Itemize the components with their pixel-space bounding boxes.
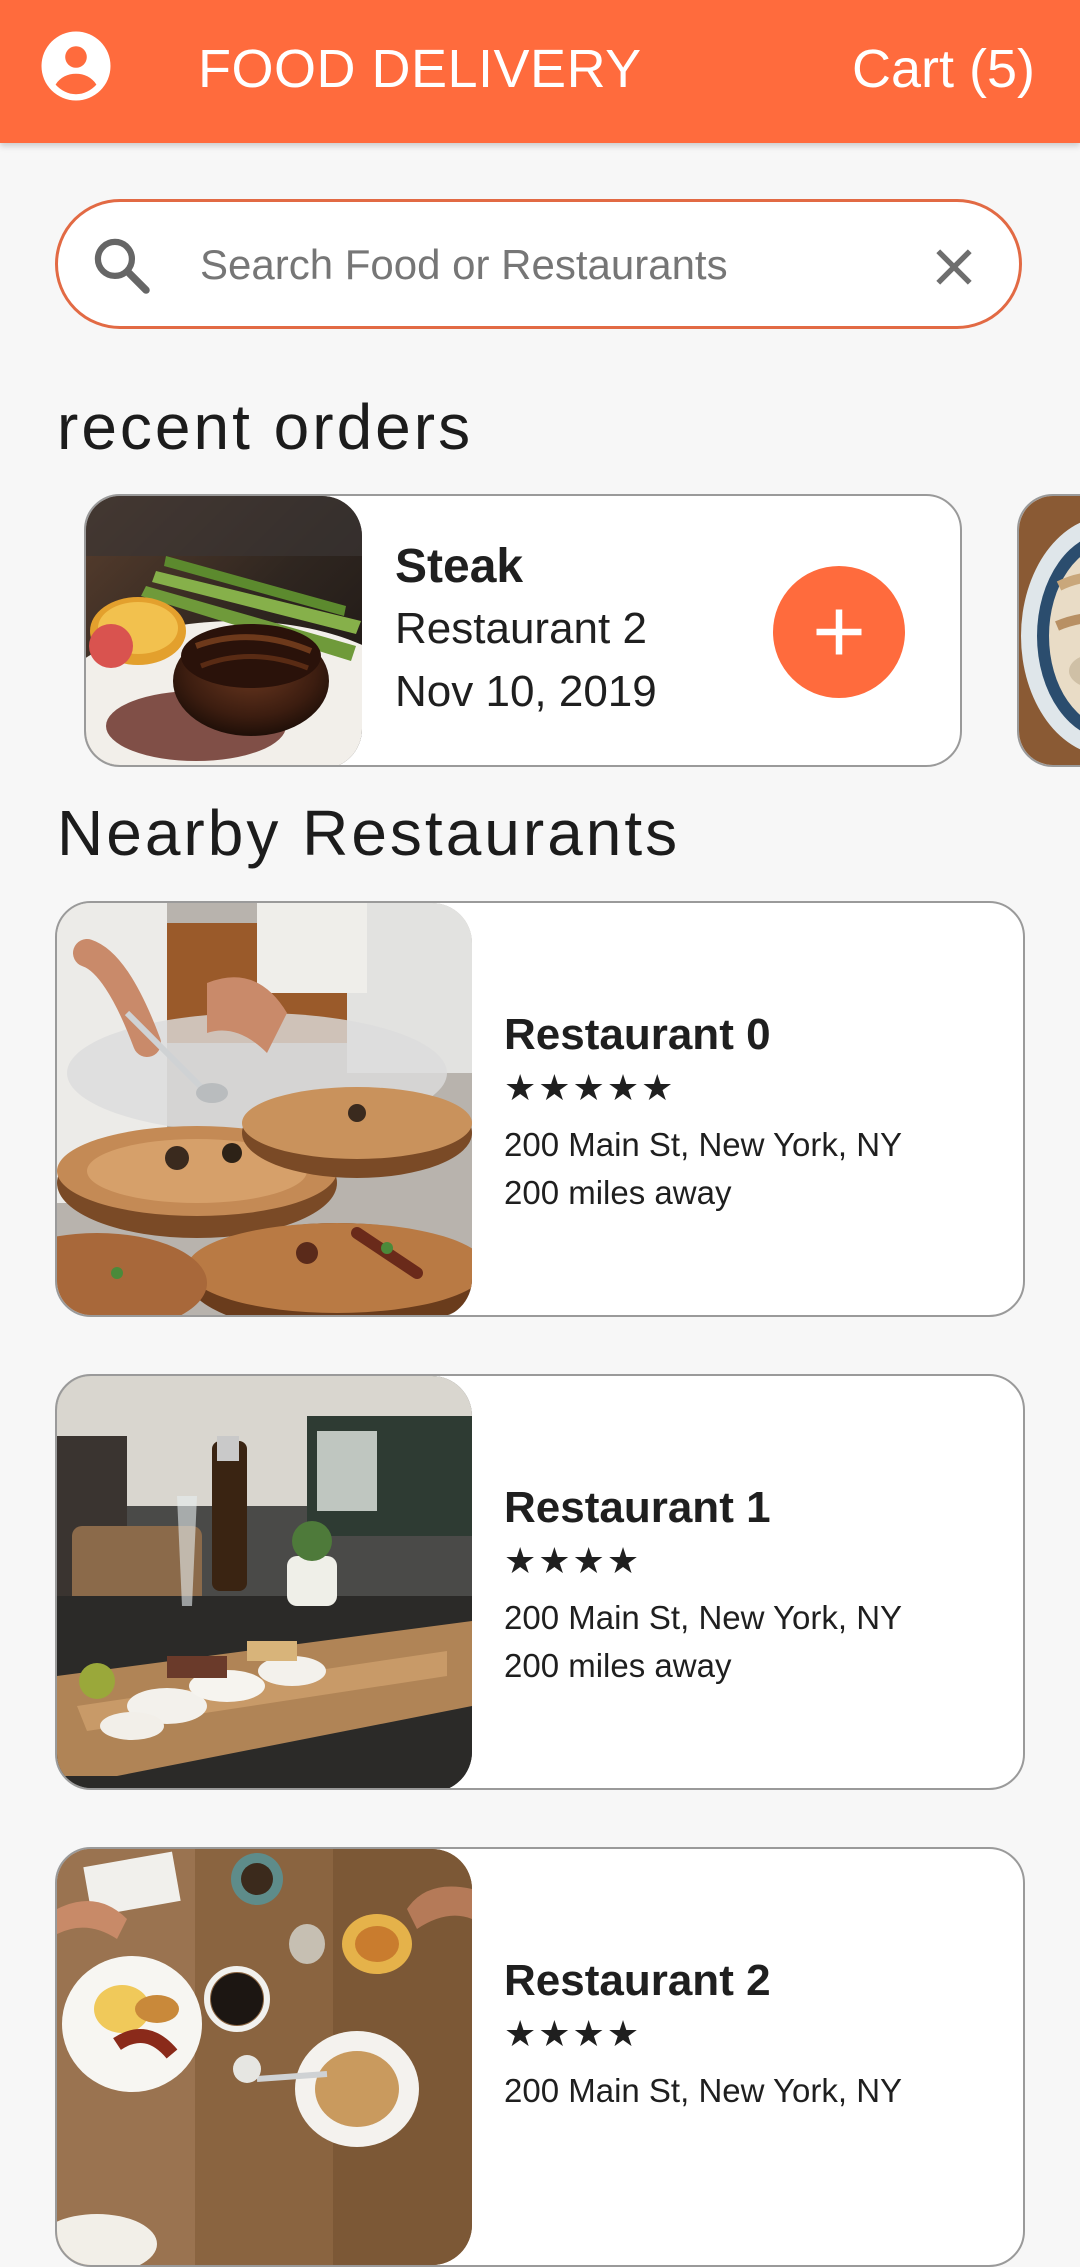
order-date: Nov 10, 2019 <box>395 667 657 716</box>
restaurant-address: 200 Main St, New York, NY <box>504 1126 903 1163</box>
search-bar <box>55 199 1022 329</box>
app-title: FOOD DELIVERY <box>198 39 642 99</box>
restaurant-address: 200 Main St, New York, NY <box>504 2072 903 2109</box>
noodle-bowl-photo <box>1019 496 1080 765</box>
recent-orders-carousel[interactable]: Steak Restaurant 2 Nov 10, 2019 <box>0 494 1080 768</box>
recent-orders-heading: recent orders <box>57 391 474 463</box>
rating-stars: ★★★★ <box>504 1541 642 1582</box>
restaurant-name: Restaurant 1 <box>504 1483 771 1532</box>
rating-stars: ★★★★★ <box>504 1068 676 1109</box>
reorder-button[interactable] <box>773 566 905 698</box>
cart-button[interactable]: Cart (5) <box>852 36 1035 102</box>
breakfast-table-photo <box>57 1849 472 2265</box>
restaurant-name: Restaurant 2 <box>504 1956 771 2005</box>
order-restaurant: Restaurant 2 <box>395 604 647 653</box>
plus-icon <box>816 609 862 655</box>
recent-order-card[interactable]: Steak Restaurant 2 Nov 10, 2019 <box>84 494 962 767</box>
close-icon[interactable] <box>927 240 981 294</box>
chef-plating-photo <box>57 903 472 1315</box>
restaurant-distance: 200 miles away <box>504 1647 732 1684</box>
recent-order-card-next[interactable] <box>1017 494 1080 767</box>
search-icon <box>88 232 156 300</box>
restaurant-card[interactable]: Restaurant 2 ★★★★ 200 Main St, New York,… <box>55 1847 1025 2267</box>
nearby-restaurants-heading: Nearby Restaurants <box>57 797 681 869</box>
restaurant-name: Restaurant 0 <box>504 1010 771 1059</box>
restaurant-address: 200 Main St, New York, NY <box>504 1599 903 1636</box>
steak-photo <box>86 496 362 765</box>
search-input[interactable] <box>198 222 942 308</box>
app-bar: FOOD DELIVERY Cart (5) <box>0 0 1080 143</box>
order-item-name: Steak <box>395 540 524 593</box>
charcuterie-board-photo <box>57 1376 472 1788</box>
rating-stars: ★★★★ <box>504 2014 642 2055</box>
restaurant-distance: 200 miles away <box>504 1174 732 1211</box>
account-circle-icon[interactable] <box>40 30 112 102</box>
restaurant-card[interactable]: Restaurant 0 ★★★★★ 200 Main St, New York… <box>55 901 1025 1317</box>
restaurant-card[interactable]: Restaurant 1 ★★★★ 200 Main St, New York,… <box>55 1374 1025 1790</box>
